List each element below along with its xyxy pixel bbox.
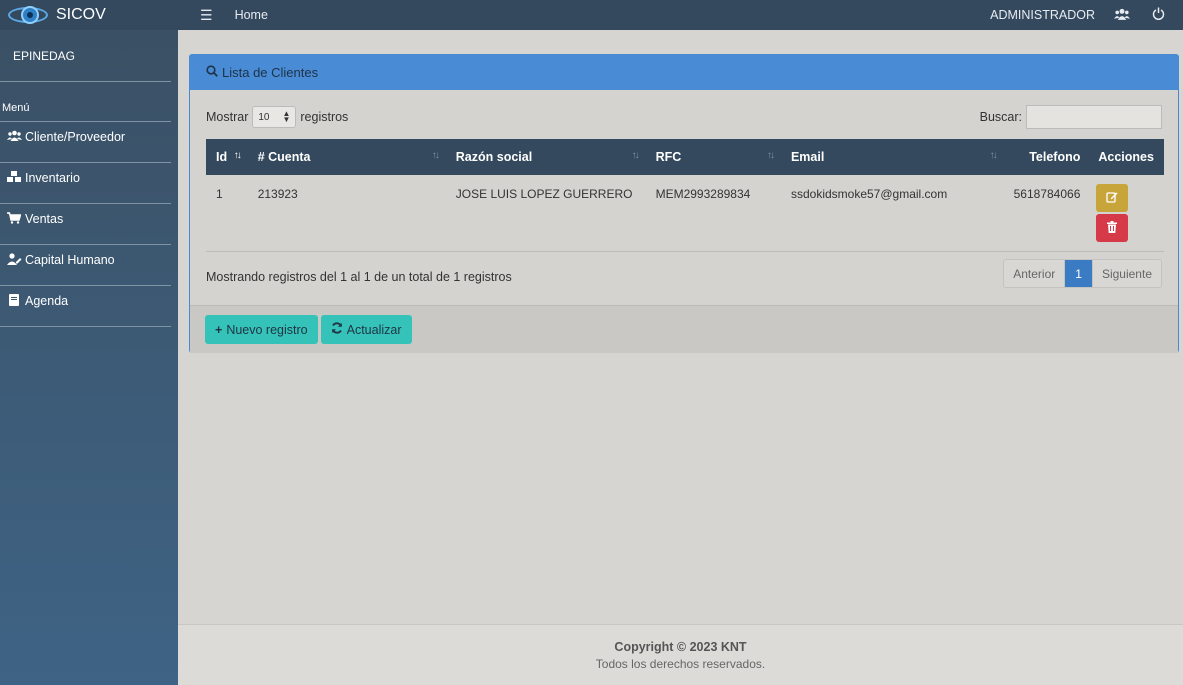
sidebar-item-ventas[interactable]: Ventas bbox=[0, 204, 171, 245]
cart-icon bbox=[6, 212, 22, 224]
cell-acciones bbox=[1088, 175, 1164, 252]
card-footer: + Nuevo registro Actualizar bbox=[190, 305, 1178, 353]
sidebar: SICOV EPINEDAG Menú Cliente/Proveedor In… bbox=[0, 0, 178, 685]
table-info: Mostrando registros del 1 al 1 de un tot… bbox=[206, 270, 512, 284]
user-name[interactable]: ADMINISTRADOR bbox=[990, 8, 1095, 22]
edit-button[interactable] bbox=[1096, 184, 1129, 212]
show-label: Mostrar bbox=[206, 110, 249, 124]
column-header-email[interactable]: Email ↑↓ bbox=[780, 139, 1004, 175]
sidebar-item-label: Capital Humano bbox=[25, 253, 115, 267]
card-title: Lista de Clientes bbox=[222, 65, 319, 80]
sidebar-item-label: Ventas bbox=[25, 212, 64, 226]
pagination-previous[interactable]: Anterior bbox=[1004, 260, 1065, 287]
plus-icon: + bbox=[215, 322, 223, 337]
sidebar-item-label: Inventario bbox=[25, 171, 80, 185]
users-icon bbox=[6, 130, 22, 141]
copyright-text: Copyright © 2023 KNT bbox=[614, 640, 747, 654]
cell-rfc: MEM2993289834 bbox=[645, 175, 781, 252]
delete-button[interactable] bbox=[1096, 214, 1129, 242]
sidebar-item-agenda[interactable]: Agenda bbox=[0, 286, 171, 327]
menu-label: Menú bbox=[0, 82, 171, 122]
user-edit-icon bbox=[6, 253, 22, 265]
select-arrows-icon: ▲ ▼ bbox=[282, 109, 291, 124]
cell-email: ssdokidsmoke57@gmail.com bbox=[780, 175, 1004, 252]
sidebar-item-inventario[interactable]: Inventario bbox=[0, 163, 171, 204]
page-footer: Copyright © 2023 KNT Todos los derechos … bbox=[178, 624, 1183, 685]
pagination-next[interactable]: Siguiente bbox=[1092, 260, 1161, 287]
sidebar-item-label: Agenda bbox=[25, 294, 69, 308]
eye-logo-icon bbox=[8, 4, 48, 26]
topbar: ☰ Home ADMINISTRADOR bbox=[178, 0, 1183, 30]
new-record-button[interactable]: + Nuevo registro bbox=[205, 315, 318, 344]
column-header-id[interactable]: Id ↑↓ bbox=[206, 139, 248, 175]
rights-text: Todos los derechos reservados. bbox=[595, 657, 766, 671]
sort-icon: ↑↓ bbox=[233, 150, 242, 161]
home-link[interactable]: Home bbox=[235, 8, 268, 22]
search-label: Buscar: bbox=[979, 110, 1022, 124]
cell-telefono: 5618784066 bbox=[1003, 175, 1089, 252]
refresh-icon bbox=[331, 322, 343, 337]
book-icon bbox=[6, 294, 22, 306]
edit-icon bbox=[1106, 191, 1118, 206]
column-header-razon-social[interactable]: Razón social ↑↓ bbox=[445, 139, 646, 175]
pagination: Anterior 1 Siguiente bbox=[1003, 259, 1162, 288]
clients-card: Lista de Clientes Mostrar 10 ▲ ▼ registro… bbox=[189, 54, 1179, 353]
company-name: EPINEDAG bbox=[0, 30, 171, 82]
pagination-page-1[interactable]: 1 bbox=[1064, 260, 1093, 287]
column-header-cuenta[interactable]: # Cuenta ↑↓ bbox=[247, 139, 446, 175]
sidebar-item-cliente-proveedor[interactable]: Cliente/Proveedor bbox=[0, 122, 171, 163]
search-icon bbox=[206, 65, 218, 80]
trash-icon bbox=[1107, 220, 1118, 236]
clients-table: Id ↑↓ # Cuenta ↑↓ Razón social ↑↓ RFC ↑↓ Ema… bbox=[206, 139, 1164, 252]
search-input[interactable] bbox=[1026, 105, 1162, 129]
column-header-rfc[interactable]: RFC ↑↓ bbox=[645, 139, 781, 175]
sidebar-item-label: Cliente/Proveedor bbox=[25, 130, 126, 144]
power-icon[interactable] bbox=[1147, 7, 1169, 23]
column-header-acciones: Acciones bbox=[1088, 139, 1164, 175]
refresh-button[interactable]: Actualizar bbox=[320, 315, 412, 344]
cell-cuenta: 213923 bbox=[247, 175, 446, 252]
sort-icon: ↑↓ bbox=[766, 150, 775, 161]
users-icon[interactable] bbox=[1111, 8, 1133, 23]
records-label: registros bbox=[300, 110, 349, 124]
hamburger-menu-icon[interactable]: ☰ bbox=[200, 7, 213, 24]
sidebar-item-capital-humano[interactable]: Capital Humano bbox=[0, 245, 171, 286]
brand-name: SICOV bbox=[56, 6, 106, 23]
column-header-telefono: Telefono bbox=[1003, 139, 1089, 175]
sort-icon: ↑↓ bbox=[431, 150, 440, 161]
table-row: 1 213923 JOSE LUIS LOPEZ GUERRERO MEM299… bbox=[206, 175, 1164, 252]
card-header: Lista de Clientes bbox=[190, 55, 1178, 90]
brand[interactable]: SICOV bbox=[0, 0, 178, 30]
sort-icon: ↑↓ bbox=[631, 150, 640, 161]
page-size-select[interactable]: 10 ▲ ▼ bbox=[252, 106, 297, 128]
sort-icon: ↑↓ bbox=[989, 150, 998, 161]
cell-id: 1 bbox=[206, 175, 248, 252]
table-controls: Mostrar 10 ▲ ▼ registros Buscar: bbox=[206, 105, 1162, 129]
boxes-icon bbox=[6, 171, 22, 183]
cell-razon-social: JOSE LUIS LOPEZ GUERRERO bbox=[445, 175, 646, 252]
